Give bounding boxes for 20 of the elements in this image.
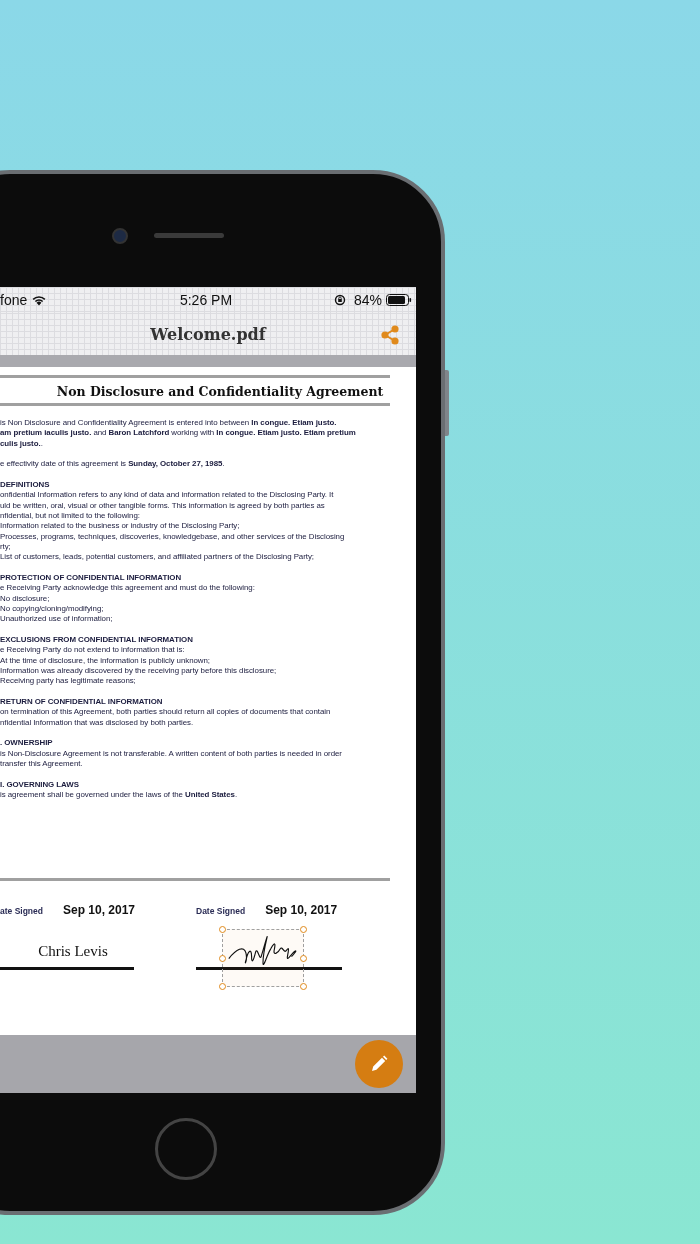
edit-button[interactable] [355, 1040, 403, 1088]
document-title: Welcome.pdf [150, 324, 266, 344]
signature-selection[interactable] [222, 929, 304, 987]
pencil-icon [369, 1054, 389, 1074]
camera-icon [112, 227, 128, 244]
battery-icon [386, 294, 412, 306]
share-icon[interactable] [380, 325, 400, 345]
status-time: 5:26 PM [179, 292, 233, 308]
wifi-icon [31, 294, 48, 306]
battery-percent: 84% [353, 292, 382, 308]
agreement-title: Non Disclosure and Confidentiality Agreement [55, 383, 385, 401]
home-button[interactable] [155, 1118, 217, 1180]
rotation-lock-icon [333, 294, 346, 306]
date-signed-label: ate Signed [0, 906, 43, 916]
speaker-grille [154, 233, 224, 238]
signed-date: Sep 10, 2017 [63, 903, 136, 917]
signer-name: Chris Levis [38, 941, 108, 960]
date-signed-label: Date Signed [196, 906, 246, 916]
carrier-name: fone [0, 292, 28, 308]
signed-date: Sep 10, 2017 [265, 903, 338, 917]
